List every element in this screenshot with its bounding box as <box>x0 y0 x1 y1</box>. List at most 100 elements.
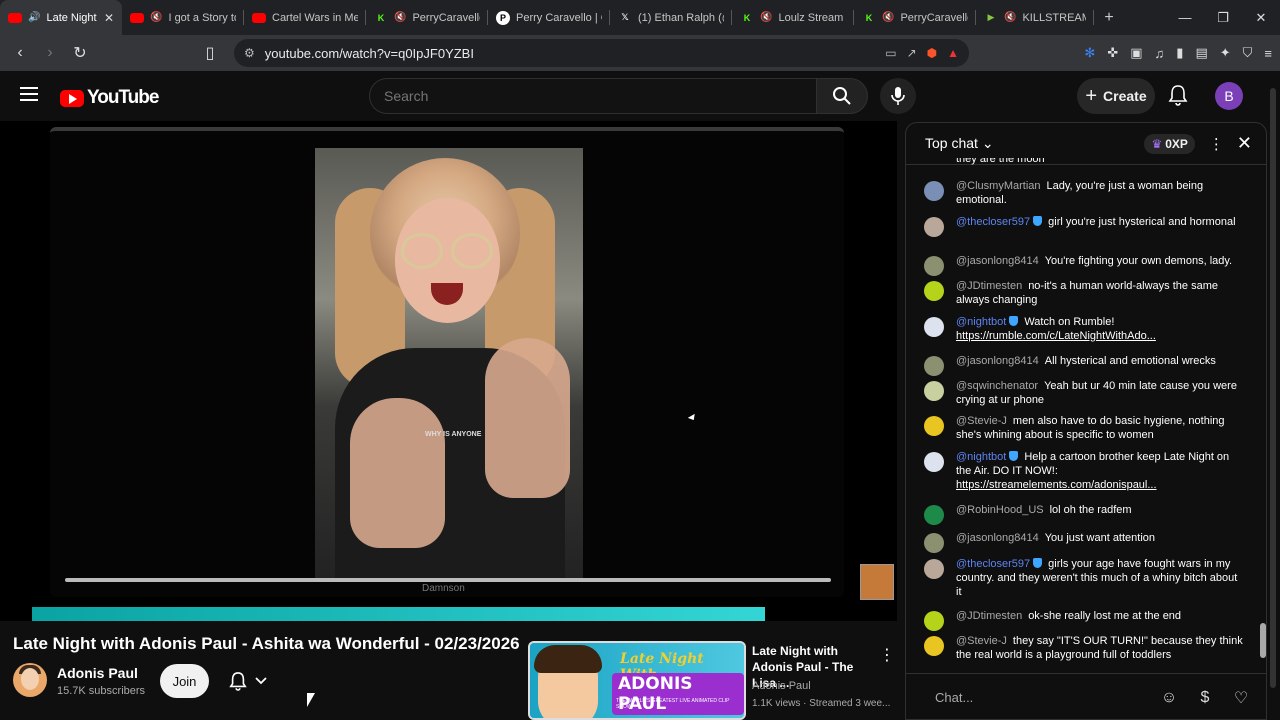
chat-author-name[interactable]: @RobinHood_US <box>956 504 1044 516</box>
reload-button[interactable]: ↻ <box>68 41 92 65</box>
puzzle-icon[interactable]: ✜ <box>1107 45 1118 61</box>
chat-author-avatar[interactable] <box>924 452 944 472</box>
bookmark-icon[interactable]: ▯ <box>198 41 222 65</box>
close-tab-icon[interactable]: ✕ <box>104 11 114 25</box>
browser-tab[interactable]: 🔊 Late Night ✕ <box>0 0 122 35</box>
forward-button[interactable]: › <box>38 41 62 65</box>
chat-messages: they are the moon @ClusmyMartian Lady, you… <box>906 158 1258 668</box>
recommended-video-thumbnail[interactable]: Late Night With ADONIS PAUL THE WORLD'S … <box>528 641 746 720</box>
brave-shield-icon[interactable]: ⬢ <box>927 46 937 60</box>
chat-menu-icon[interactable]: ⋮ <box>1209 135 1224 153</box>
browser-tab[interactable]: K 🔇 PerryCaravello <box>854 0 976 35</box>
chat-author-avatar[interactable] <box>924 356 944 376</box>
heart-icon[interactable]: ♡ <box>1230 688 1252 708</box>
browser-tab[interactable]: 🔇 I got a Story to <box>122 0 244 35</box>
browser-tab[interactable]: P Perry Caravello | C <box>488 0 610 35</box>
browser-tab[interactable]: ▶ 🔇 KILLSTREAM: C <box>976 0 1094 35</box>
muted-icon[interactable]: 🔇 <box>760 12 772 23</box>
voice-search-button[interactable] <box>880 78 916 114</box>
youtube-logo[interactable]: YouTube <box>60 87 159 109</box>
new-tab-button[interactable]: + <box>1094 9 1124 27</box>
browser-tab[interactable]: K 🔇 PerryCaravello <box>366 0 488 35</box>
account-avatar[interactable]: B <box>1215 82 1243 110</box>
share-icon[interactable]: ↗ <box>907 46 917 60</box>
chat-message-link[interactable]: https://rumble.com/c/LateNightWithAdo... <box>956 330 1156 342</box>
chat-author-avatar[interactable] <box>924 317 944 337</box>
chat-author-avatar[interactable] <box>924 416 944 436</box>
chat-author-avatar[interactable] <box>924 181 944 201</box>
chat-author-name[interactable]: @sqwinchenator <box>956 380 1038 392</box>
chat-author-avatar[interactable] <box>924 533 944 553</box>
recommended-video-channel[interactable]: Adonis Paul <box>752 680 811 692</box>
chat-author-avatar[interactable] <box>924 381 944 401</box>
chat-author-name[interactable]: @ClusmyMartian <box>956 180 1041 192</box>
url-text[interactable]: youtube.com/watch?v=q0IpJF0YZBI <box>265 46 875 61</box>
notifications-button[interactable] <box>1168 84 1188 111</box>
chat-author-name[interactable]: @thecloser597 <box>956 216 1030 228</box>
muted-icon[interactable]: 🔇 <box>882 12 894 23</box>
close-window-button[interactable]: ✕ <box>1242 10 1280 26</box>
close-chat-icon[interactable]: ✕ <box>1237 133 1252 154</box>
chat-author-avatar[interactable] <box>924 217 944 237</box>
vpn-icon[interactable]: ⛉ <box>1243 45 1253 61</box>
address-bar[interactable]: ⚙ youtube.com/watch?v=q0IpJF0YZBI ▭ ↗ ⬢ … <box>234 39 969 67</box>
chat-author-name[interactable]: @nightbot <box>956 316 1006 328</box>
chevron-down-icon <box>255 677 267 685</box>
notification-preference-button[interactable] <box>222 664 274 698</box>
leo-ai-icon[interactable]: ✦ <box>1220 45 1231 61</box>
muted-icon[interactable]: 🔇 <box>1004 12 1016 23</box>
page-scrollbar[interactable] <box>1270 78 1276 718</box>
chat-author-name[interactable]: @jasonlong8414 <box>956 355 1039 367</box>
chat-author-avatar[interactable] <box>924 611 944 631</box>
super-chat-icon[interactable]: $ <box>1194 689 1216 707</box>
chat-author-name[interactable]: @jasonlong8414 <box>956 532 1039 544</box>
search-button[interactable] <box>816 78 868 114</box>
create-button[interactable]: + Create <box>1077 78 1155 114</box>
browser-tab[interactable]: Cartel Wars in Me <box>244 0 366 35</box>
join-button[interactable]: Join <box>160 664 209 698</box>
chat-author-name[interactable]: @JDtimesten <box>956 280 1022 292</box>
maximize-button[interactable]: ❐ <box>1204 10 1242 26</box>
sidebar-icon[interactable]: ▮ <box>1176 45 1183 61</box>
brave-rewards-icon[interactable]: ▲ <box>947 46 959 60</box>
chat-message-link[interactable]: https://streamelements.com/adonispaul... <box>956 479 1157 491</box>
chat-author-name[interactable]: @nightbot <box>956 451 1006 463</box>
extension-icon[interactable]: ✻ <box>1084 45 1095 61</box>
site-info-icon[interactable]: ⚙ <box>244 46 255 60</box>
cast-icon[interactable]: ▭ <box>885 46 896 60</box>
chat-author-name[interactable]: @Stevie-J <box>956 635 1007 647</box>
chat-scrollbar[interactable] <box>1260 168 1266 668</box>
extension2-icon[interactable]: ▣ <box>1130 45 1142 61</box>
browser-tab[interactable]: 𝕏 (1) Ethan Ralph (@ <box>610 0 732 35</box>
menu-icon[interactable]: ≡ <box>1264 46 1272 61</box>
chat-author-avatar[interactable] <box>924 559 944 579</box>
chat-author-name[interactable]: @thecloser597 <box>956 558 1030 570</box>
browser-tab[interactable]: K 🔇 Loulz Stream - <box>732 0 854 35</box>
chat-author-avatar[interactable] <box>924 636 944 656</box>
browser-tab-strip: 🔊 Late Night ✕ 🔇 I got a Story to Cartel Wars… <box>0 0 1280 35</box>
hamburger-menu-icon[interactable] <box>20 87 38 101</box>
chat-author-name[interactable]: @Stevie-J <box>956 415 1007 427</box>
channel-avatar[interactable] <box>13 663 47 697</box>
back-button[interactable]: ‹ <box>8 41 32 65</box>
more-options-icon[interactable]: ⋮ <box>879 645 895 665</box>
chat-author-avatar[interactable] <box>924 505 944 525</box>
xp-badge[interactable]: ♛ 0XP <box>1144 133 1195 154</box>
search-box[interactable] <box>369 78 816 114</box>
bell-icon <box>1168 85 1188 106</box>
chat-mode-selector[interactable]: Top chat ⌄ <box>925 135 994 152</box>
media-icon[interactable]: ♫ <box>1155 46 1165 61</box>
chat-author-avatar[interactable] <box>924 256 944 276</box>
chat-input[interactable] <box>935 690 1144 705</box>
channel-name[interactable]: Adonis Paul <box>57 665 138 681</box>
chat-author-name[interactable]: @JDtimesten <box>956 610 1022 622</box>
audio-playing-icon[interactable]: 🔊 <box>28 12 40 23</box>
chat-author-name[interactable]: @jasonlong8414 <box>956 255 1039 267</box>
wallet-icon[interactable]: ▤ <box>1195 45 1207 61</box>
search-input[interactable] <box>384 88 802 104</box>
minimize-button[interactable]: — <box>1166 10 1204 26</box>
chat-author-avatar[interactable] <box>924 281 944 301</box>
muted-icon[interactable]: 🔇 <box>150 12 162 23</box>
emoji-icon[interactable]: ☺ <box>1158 689 1180 707</box>
muted-icon[interactable]: 🔇 <box>394 12 406 23</box>
